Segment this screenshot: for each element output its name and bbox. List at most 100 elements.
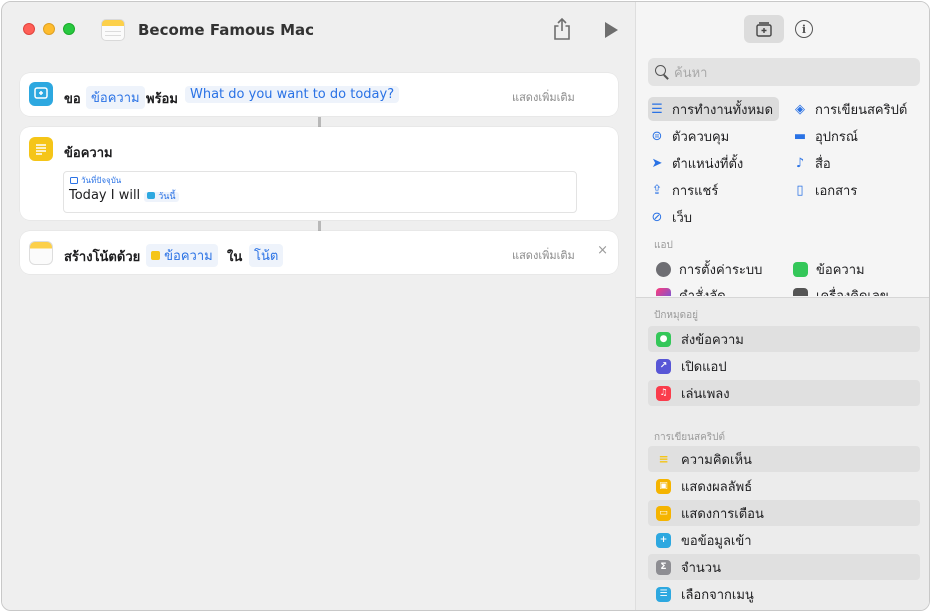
zoom-window-button[interactable] bbox=[63, 23, 75, 35]
library-add-icon bbox=[756, 22, 772, 37]
text-action-title: ข้อความ bbox=[64, 146, 113, 161]
action-open-app[interactable]: ↗ เปิดแอป bbox=[648, 353, 920, 379]
category-label: การแชร์ bbox=[672, 183, 719, 199]
app-messages[interactable]: ข้อความ bbox=[793, 258, 865, 280]
app-system-settings[interactable]: การตั้งค่าระบบ bbox=[656, 258, 762, 280]
action-show-result[interactable]: ▣ แสดงผลลัพธ์ bbox=[648, 473, 920, 499]
action-send-message[interactable]: ● ส่งข้อความ bbox=[648, 326, 920, 352]
close-window-button[interactable] bbox=[23, 23, 35, 35]
play-icon[interactable] bbox=[605, 22, 618, 38]
category-label: เอกสาร bbox=[815, 183, 858, 199]
action-label: ความคิดเห็น bbox=[681, 452, 752, 468]
category-media[interactable]: ♪ สื่อ bbox=[791, 151, 831, 175]
ask-input-icon: + bbox=[656, 532, 671, 548]
text-variable-token[interactable]: ข้อความ bbox=[146, 244, 218, 267]
input-type-token[interactable]: ข้อความ bbox=[86, 86, 145, 109]
messages-icon bbox=[793, 261, 808, 277]
search-input[interactable] bbox=[674, 62, 904, 82]
search-field[interactable] bbox=[648, 58, 920, 86]
library-top-section: i ☰ การทำงานทั้งหมด ◈ การเขียนสคริปต์ ⊜ … bbox=[636, 2, 929, 297]
alert-icon: ▭ bbox=[656, 505, 671, 521]
action-connector bbox=[318, 117, 321, 127]
info-icon[interactable]: i bbox=[795, 20, 813, 38]
category-sharing[interactable]: ⇪ การแชร์ bbox=[648, 178, 719, 202]
app-label: การตั้งค่าระบบ bbox=[679, 262, 763, 278]
create-note-action[interactable]: สร้างโน้ตด้วย ข้อความ ใน โน้ต แสดงเพิ่มเ… bbox=[20, 231, 618, 274]
share-icon[interactable] bbox=[551, 17, 573, 41]
text-content-field[interactable]: วันที่ปัจจุบัน Today I will วันนี้ bbox=[63, 171, 577, 213]
category-label: อุปกรณ์ bbox=[815, 129, 858, 145]
category-documents[interactable]: ▯ เอกสาร bbox=[791, 178, 857, 202]
action-label: แสดงการเตือน bbox=[681, 506, 764, 522]
action-ask-for-input[interactable]: + ขอข้อมูลเข้า bbox=[648, 527, 920, 553]
category-controls[interactable]: ⊜ ตัวควบคุม bbox=[648, 124, 730, 148]
action-label: เปิดแอป bbox=[681, 359, 727, 375]
app-label: คำสั่งลัด bbox=[679, 288, 726, 297]
action-label: ขอข้อมูลเข้า bbox=[681, 533, 752, 549]
ask-with-label: พร้อม bbox=[146, 92, 178, 107]
notes-app-icon[interactable] bbox=[101, 19, 125, 41]
share-icon: ⇪ bbox=[651, 182, 663, 198]
category-scripting[interactable]: ◈ การเขียนสคริปต์ bbox=[791, 97, 907, 121]
action-label: ส่งข้อความ bbox=[681, 332, 744, 348]
notes-icon bbox=[29, 241, 53, 265]
category-all-actions[interactable]: ☰ การทำงานทั้งหมด bbox=[648, 97, 780, 121]
display-icon: ▬ bbox=[793, 128, 807, 144]
text-variable-label: ข้อความ bbox=[164, 249, 213, 264]
list-icon: ☰ bbox=[651, 101, 663, 117]
text-content: Today I will วันนี้ bbox=[69, 188, 179, 203]
app-calculator[interactable]: เครื่องคิดเลข bbox=[793, 284, 889, 296]
app-label: เครื่องคิดเลข bbox=[816, 288, 889, 297]
action-label: เลือกจากเมนู bbox=[681, 587, 754, 603]
shortcut-title[interactable]: Become Famous Mac bbox=[138, 21, 314, 39]
category-location[interactable]: ➤ ตำแหน่งที่ตั้ง bbox=[648, 151, 744, 175]
category-web[interactable]: ⊘ เว็บ bbox=[648, 205, 692, 229]
category-label: การทำงานทั้งหมด bbox=[672, 102, 774, 118]
ask-verb: ขอ bbox=[64, 92, 81, 107]
category-device[interactable]: ▬ อุปกรณ์ bbox=[791, 124, 858, 148]
category-label: ตัวควบคุม bbox=[672, 129, 730, 145]
minimize-window-button[interactable] bbox=[43, 23, 55, 35]
in-label: ใน bbox=[227, 250, 243, 265]
category-label: ตำแหน่งที่ตั้ง bbox=[672, 156, 744, 172]
script-icon: ◈ bbox=[795, 101, 805, 117]
action-choose-from-menu[interactable]: ☰ เลือกจากเมนู bbox=[648, 581, 920, 607]
current-date-token[interactable]: วันที่ปัจจุบัน bbox=[70, 174, 121, 187]
scripting-section-label: การเขียนสคริปต์ bbox=[654, 432, 725, 443]
notes-folder-token[interactable]: โน้ต bbox=[249, 244, 284, 267]
category-label: สื่อ bbox=[815, 156, 831, 172]
action-library-button[interactable] bbox=[744, 15, 784, 43]
create-note-verb: สร้างโน้ตด้วย bbox=[64, 250, 141, 265]
remove-action-button[interactable]: × bbox=[597, 243, 608, 258]
open-app-icon: ↗ bbox=[656, 358, 671, 374]
ask-input-icon bbox=[147, 192, 156, 199]
calendar-icon bbox=[70, 177, 78, 184]
action-comment[interactable]: ≡ ความคิดเห็น bbox=[648, 446, 920, 472]
action-count[interactable]: Σ จำนวน bbox=[648, 554, 920, 580]
prompt-token[interactable]: What do you want to do today? bbox=[185, 86, 400, 103]
today-inline-token[interactable]: วันนี้ bbox=[144, 192, 179, 202]
show-more-button[interactable]: แสดงเพิ่มเติม bbox=[512, 246, 575, 264]
app-shortcuts[interactable]: คำสั่งลัด bbox=[656, 284, 726, 296]
category-label: การเขียนสคริปต์ bbox=[815, 102, 908, 118]
document-icon: ▯ bbox=[796, 182, 804, 198]
shortcuts-icon bbox=[656, 287, 671, 296]
text-content-value: Today I will bbox=[69, 188, 141, 203]
text-lines-icon bbox=[29, 137, 53, 161]
text-action[interactable]: ข้อความ วันที่ปัจจุบัน Today I will วันน… bbox=[20, 127, 618, 220]
calculator-icon bbox=[793, 287, 808, 296]
action-play-music[interactable]: ♫ เล่นเพลง bbox=[648, 380, 920, 406]
action-label: แสดงผลลัพธ์ bbox=[681, 479, 753, 495]
toggle-icon: ⊜ bbox=[651, 128, 663, 144]
location-arrow-icon: ➤ bbox=[651, 155, 663, 171]
category-label: เว็บ bbox=[672, 210, 692, 226]
music-icon: ♫ bbox=[656, 385, 671, 401]
pinned-section-label: ปักหมุดอยู่ bbox=[654, 310, 698, 321]
action-label: เล่นเพลง bbox=[681, 386, 730, 402]
ask-for-input-action[interactable]: ขอ ข้อความ พร้อม What do you want to do … bbox=[20, 73, 618, 116]
action-library-sidebar: i ☰ การทำงานทั้งหมด ◈ การเขียนสคริปต์ ⊜ … bbox=[635, 2, 929, 610]
menu-icon: ☰ bbox=[656, 586, 671, 602]
action-show-alert[interactable]: ▭ แสดงการเตือน bbox=[648, 500, 920, 526]
show-more-button[interactable]: แสดงเพิ่มเติม bbox=[512, 88, 575, 106]
suggested-actions-section: ปักหมุดอยู่ ● ส่งข้อความ ↗ เปิดแอป ♫ เล่… bbox=[636, 297, 929, 610]
